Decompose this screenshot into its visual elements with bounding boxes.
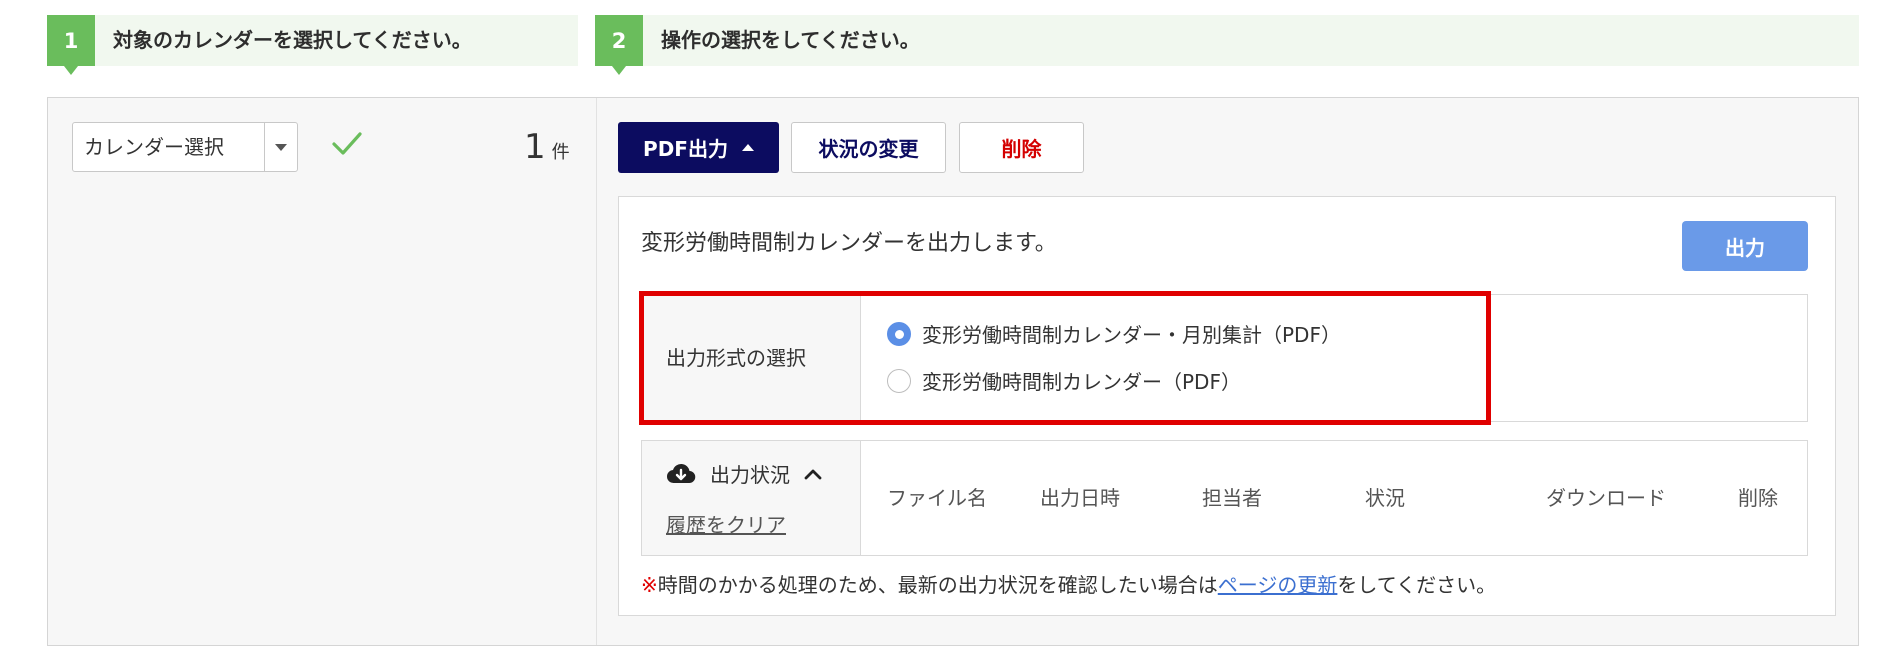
note-text-before: 時間のかかる処理のため、最新の出力状況を確認したい場合は [657,573,1218,597]
calendar-select-column: カレンダー選択 1 件 [48,98,597,645]
step-1-instruction: 対象のカレンダーを選択してください。 [113,28,472,52]
count-value: 1 [524,127,546,167]
format-option-calendar[interactable]: 変形労働時間制カレンダー（PDF） [887,366,1241,395]
operation-column: PDF出力 状況の変更 削除 変形労働時間制カレンダーを出力します。 出力 出力… [597,98,1858,645]
output-button[interactable]: 出力 [1682,221,1808,271]
page-refresh-link[interactable]: ページの更新 [1218,573,1338,597]
chevron-up-icon [804,469,822,479]
refresh-note: ※時間のかかる処理のため、最新の出力状況を確認したい場合はページの更新をしてくだ… [641,569,1496,598]
output-status-table: 出力状況 履歴をクリア ファイル名 出力日時 担当者 状況 ダウンロード 削除 [641,440,1808,556]
column-header-output-date: 出力日時 [1040,486,1120,510]
delete-button[interactable]: 削除 [959,122,1084,173]
format-option-label: 変形労働時間制カレンダー（PDF） [922,370,1241,394]
check-icon [332,132,362,155]
calendar-select-label: カレンダー選択 [84,135,224,159]
radio-unselected[interactable] [887,368,911,393]
step-2-header: 2 操作の選択をしてください。 [595,15,1859,75]
step-2-instruction: 操作の選択をしてください。 [661,28,920,52]
pdf-output-label: PDF出力 [643,137,728,161]
step-number-2: 2 [595,15,643,75]
calendar-select-dropdown[interactable]: カレンダー選択 [72,122,298,172]
column-header-delete: 削除 [1738,486,1778,510]
note-mark: ※ [641,573,658,597]
column-header-filename: ファイル名 [887,486,987,510]
count-unit: 件 [551,142,570,163]
radio-selected[interactable] [887,321,911,346]
column-header-assignee: 担当者 [1202,486,1262,510]
panel-description: 変形労働時間制カレンダーを出力します。 [641,231,1057,256]
chevron-down-icon [275,143,287,151]
clear-history-link[interactable]: 履歴をクリア [666,509,786,538]
cloud-download-icon [666,463,696,483]
caret-up-icon [741,144,754,151]
column-header-download: ダウンロード [1546,486,1666,510]
format-label: 出力形式の選択 [666,346,806,370]
selected-count: 1 件 [524,122,570,172]
note-text-after: をしてください。 [1337,573,1497,597]
pdf-output-panel: 変形労働時間制カレンダーを出力します。 出力 出力形式の選択 変形労働時間制カレ… [618,196,1836,616]
column-header-status: 状況 [1365,486,1405,510]
dropdown-toggle[interactable] [264,123,297,171]
output-status-toggle[interactable]: 出力状況 [666,459,822,488]
format-label-cell: 出力形式の選択 [642,295,861,421]
format-option-monthly[interactable]: 変形労働時間制カレンダー・月別集計（PDF） [887,319,1341,348]
output-format-table: 出力形式の選択 変形労働時間制カレンダー・月別集計（PDF） 変形労働時間制カレ… [641,294,1808,422]
step-number-1: 1 [47,15,95,75]
change-status-button[interactable]: 状況の変更 [791,122,946,173]
status-label-cell: 出力状況 履歴をクリア [642,441,861,555]
output-status-title: 出力状況 [710,463,790,487]
main-panel: カレンダー選択 1 件 PDF出力 状況の変更 削除 変形労働時間制カレンダーを… [47,97,1859,646]
pdf-output-button[interactable]: PDF出力 [618,122,779,173]
format-option-label: 変形労働時間制カレンダー・月別集計（PDF） [922,323,1341,347]
step-1-header: 1 対象のカレンダーを選択してください。 [47,15,578,75]
